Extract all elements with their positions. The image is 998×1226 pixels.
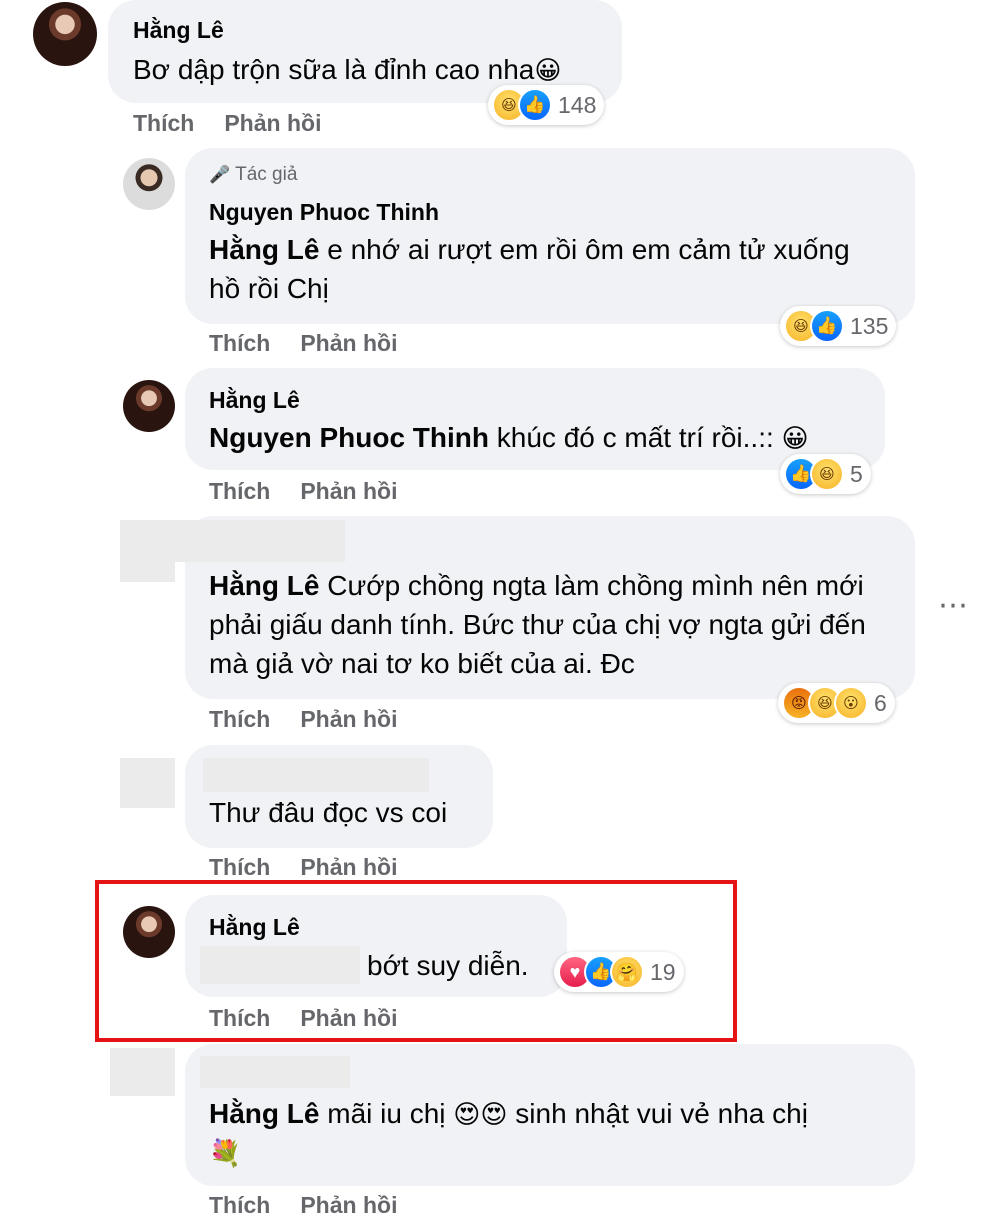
comment-text-body: Bơ dập trộn sữa là đỉnh cao nha bbox=[133, 54, 535, 85]
comment-text-body: mãi iu chị bbox=[319, 1098, 454, 1129]
comment-actions: Thích Phản hồi bbox=[209, 330, 397, 357]
grin-emoji-icon: 😀 bbox=[534, 55, 562, 85]
reaction-summary[interactable]: 👍 😆 5 bbox=[780, 454, 871, 494]
reply-action[interactable]: Phản hồi bbox=[300, 1192, 397, 1218]
reply-action[interactable]: Phản hồi bbox=[300, 1005, 397, 1031]
comment-author[interactable]: Hằng Lê bbox=[133, 17, 224, 44]
comment-actions: Thích Phản hồi bbox=[209, 478, 397, 505]
avatar[interactable] bbox=[33, 2, 97, 66]
mention-link[interactable]: Hằng Lê bbox=[209, 234, 319, 265]
comment-text: Bơ dập trộn sữa là đỉnh cao nha😀 bbox=[133, 50, 561, 89]
haha-reaction-icon: 😆 bbox=[810, 457, 844, 491]
reaction-summary[interactable]: 😡 😆 😮 6 bbox=[778, 683, 895, 723]
grin-emoji-icon: 😀 bbox=[781, 423, 809, 453]
bouquet-emoji-icon: 💐 bbox=[209, 1138, 242, 1168]
comment-text: bớt suy diễn. bbox=[367, 950, 529, 981]
like-reaction-icon: 👍 bbox=[518, 88, 552, 122]
comment-actions: Thích Phản hồi bbox=[209, 1005, 397, 1032]
blurred-author-name bbox=[203, 758, 429, 792]
reply-action[interactable]: Phản hồi bbox=[300, 706, 397, 732]
like-action[interactable]: Thích bbox=[209, 1192, 270, 1218]
mention-link[interactable]: Hằng Lê bbox=[209, 1098, 319, 1129]
comment-author[interactable]: Hằng Lê bbox=[209, 387, 300, 414]
comment-text: Hằng Lê Cướp chồng ngta làm chồng mình n… bbox=[209, 566, 889, 683]
wow-reaction-icon: 😮 bbox=[834, 686, 868, 720]
comment-text: Thư đâu đọc vs coi bbox=[209, 797, 448, 828]
reaction-summary[interactable]: 😆 👍 135 bbox=[780, 306, 897, 346]
more-options-icon[interactable]: ⋯ bbox=[938, 588, 970, 623]
avatar[interactable] bbox=[123, 906, 175, 958]
blurred-author-name bbox=[175, 520, 345, 562]
reaction-count: 19 bbox=[650, 958, 676, 985]
like-action[interactable]: Thích bbox=[209, 854, 270, 880]
reply-action[interactable]: Phản hồi bbox=[224, 110, 321, 136]
like-action[interactable]: Thích bbox=[209, 330, 270, 356]
blurred-avatar bbox=[110, 1048, 175, 1096]
blurred-mention bbox=[200, 946, 360, 984]
comment-actions: Thích Phản hồi bbox=[209, 854, 397, 881]
comment-text-body: khúc đó c mất trí rồi..:: bbox=[489, 422, 782, 453]
comment-actions: Thích Phản hồi bbox=[209, 1192, 397, 1219]
reaction-count: 6 bbox=[874, 689, 887, 716]
reaction-summary[interactable]: 😆 👍 148 bbox=[488, 85, 605, 125]
reply-action[interactable]: Phản hồi bbox=[300, 478, 397, 504]
reaction-count: 135 bbox=[850, 312, 889, 339]
comment-text: Hằng Lê e nhớ ai rượt em rồi ôm em cảm t… bbox=[209, 230, 859, 308]
reaction-summary[interactable]: ♥ 👍 🤗 19 bbox=[554, 952, 684, 992]
comment-author[interactable]: Nguyen Phuoc Thinh bbox=[209, 199, 439, 226]
reaction-count: 5 bbox=[850, 460, 863, 487]
reaction-count: 148 bbox=[558, 91, 597, 118]
mention-link[interactable]: Nguyen Phuoc Thinh bbox=[209, 422, 489, 453]
comment-text-body-2: sinh nhật vui vẻ nha chị bbox=[507, 1098, 808, 1129]
like-action[interactable]: Thích bbox=[209, 1005, 270, 1031]
care-reaction-icon: 🤗 bbox=[610, 955, 644, 989]
like-action[interactable]: Thích bbox=[209, 706, 270, 732]
comment-actions: Thích Phản hồi bbox=[209, 706, 397, 733]
comment-text: Hằng Lê mãi iu chị 😍😍 sinh nhật vui vẻ n… bbox=[209, 1094, 889, 1172]
comment-author[interactable]: Hằng Lê bbox=[209, 914, 300, 941]
microphone-icon: 🎤 bbox=[209, 165, 231, 184]
reply-action[interactable]: Phản hồi bbox=[300, 854, 397, 880]
blurred-avatar bbox=[120, 758, 175, 808]
comment-text: Nguyen Phuoc Thinh khúc đó c mất trí rồi… bbox=[209, 418, 809, 457]
mention-link[interactable]: Hằng Lê bbox=[209, 570, 319, 601]
comment-actions: Thích Phản hồi bbox=[133, 110, 321, 137]
author-badge: 🎤 Tác giả bbox=[209, 164, 297, 186]
blurred-avatar bbox=[120, 520, 175, 582]
reply-action[interactable]: Phản hồi bbox=[300, 330, 397, 356]
like-action[interactable]: Thích bbox=[209, 478, 270, 504]
avatar[interactable] bbox=[123, 158, 175, 210]
like-action[interactable]: Thích bbox=[133, 110, 194, 136]
author-badge-label: Tác giả bbox=[235, 164, 298, 185]
heart-eyes-emoji-icon: 😍😍 bbox=[453, 1099, 508, 1129]
like-reaction-icon: 👍 bbox=[810, 309, 844, 343]
blurred-author-name bbox=[200, 1056, 350, 1088]
avatar[interactable] bbox=[123, 380, 175, 432]
